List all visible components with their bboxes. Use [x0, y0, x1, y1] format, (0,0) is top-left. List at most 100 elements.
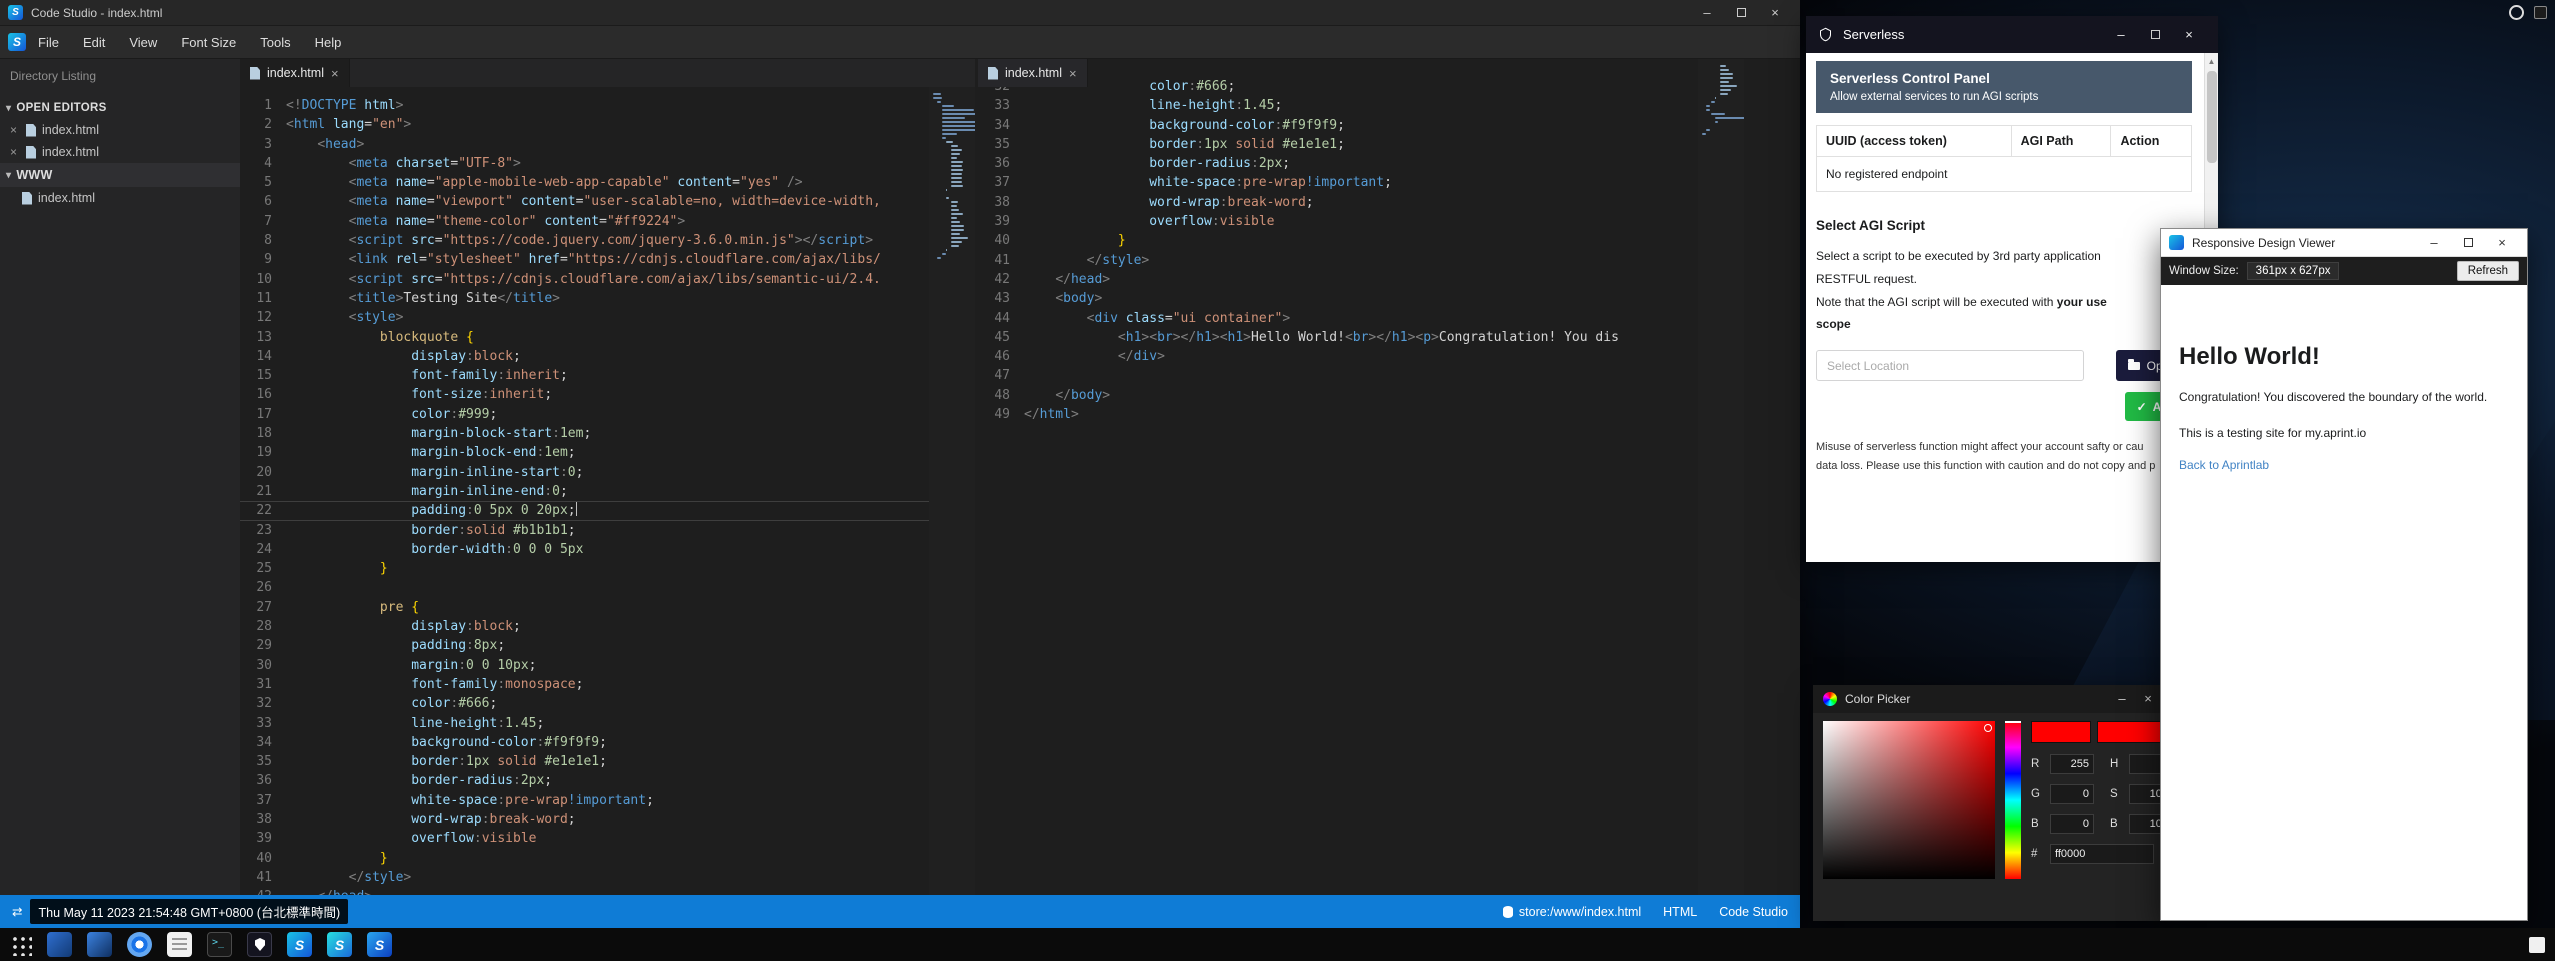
code-line[interactable]: 47	[978, 366, 1698, 385]
scrollbar-thumb[interactable]	[2207, 71, 2217, 163]
minimap[interactable]	[1698, 59, 1744, 895]
maximize-button[interactable]	[2451, 231, 2485, 255]
code-line[interactable]: 3 <head>	[240, 135, 929, 154]
code-line[interactable]: 41 </style>	[240, 868, 929, 887]
code-line[interactable]: 16 font-size:inherit;	[240, 385, 929, 404]
code-line[interactable]: 22 padding:0 5px 0 20px;	[240, 501, 929, 520]
code-line[interactable]: 40 }	[240, 849, 929, 868]
maximize-button[interactable]	[2138, 23, 2172, 47]
maximize-button[interactable]	[1724, 1, 1758, 25]
tab-close-icon[interactable]: ×	[331, 66, 339, 81]
title-bar[interactable]: Serverless – ×	[1806, 16, 2218, 53]
close-button[interactable]: ×	[2172, 23, 2206, 47]
code-line[interactable]: 44 <div class="ui container">	[978, 309, 1698, 328]
code-line[interactable]: 33 line-height:1.45;	[240, 714, 929, 733]
show-desktop-button[interactable]	[2529, 937, 2545, 953]
sv-selector[interactable]	[1984, 724, 1992, 732]
hue-selector[interactable]	[2005, 721, 2021, 723]
menu-item[interactable]: Help	[303, 35, 354, 50]
tab-close-icon[interactable]: ×	[1069, 66, 1077, 81]
code-line[interactable]: 46 </div>	[978, 347, 1698, 366]
location-input[interactable]	[1816, 350, 2084, 381]
code-line[interactable]: 37 white-space:pre-wrap!important;	[978, 173, 1698, 192]
code-line[interactable]: 17 color:#999;	[240, 405, 929, 424]
hue-slider[interactable]	[2005, 721, 2021, 879]
close-icon[interactable]: ×	[10, 145, 20, 159]
file-path[interactable]: store:/www/index.html	[1503, 905, 1641, 919]
current-color-swatch[interactable]	[2031, 721, 2091, 743]
menu-item[interactable]: Edit	[71, 35, 117, 50]
code-line[interactable]: 6 <meta name="viewport" content="user-sc…	[240, 192, 929, 211]
code-line[interactable]: 38 word-wrap:break-word;	[978, 193, 1698, 212]
code-line[interactable]: 42 </head>	[240, 887, 929, 895]
tree-file-item[interactable]: index.html	[0, 187, 240, 209]
code-line[interactable]: 35 border:1px solid #e1e1e1;	[978, 135, 1698, 154]
code-line[interactable]: 49 </html>	[978, 405, 1698, 424]
window-size-value[interactable]: 361px x 627px	[2247, 262, 2340, 280]
code-line[interactable]: 9 <link rel="stylesheet" href="https://c…	[240, 250, 929, 269]
code-editor[interactable]: 1 <!DOCTYPE html> 2 <html lang="en"> 3 <…	[240, 87, 929, 895]
close-icon[interactable]: ×	[10, 123, 20, 137]
code-line[interactable]: 25 }	[240, 559, 929, 578]
minimap[interactable]	[929, 87, 975, 895]
code-studio-icon[interactable]: S	[327, 932, 352, 957]
code-studio-icon[interactable]: S	[287, 932, 312, 957]
code-line[interactable]: 48 </body>	[978, 386, 1698, 405]
title-bar[interactable]: Responsive Design Viewer – ×	[2161, 229, 2527, 257]
code-line[interactable]: 34 background-color:#f9f9f9;	[240, 733, 929, 752]
hex-input[interactable]	[2050, 844, 2154, 864]
menu-item[interactable]: Font Size	[169, 35, 248, 50]
tab-index-html[interactable]: index.html ×	[978, 59, 1088, 87]
code-line[interactable]: 39 overflow:visible	[240, 829, 929, 848]
menu-item[interactable]: Tools	[248, 35, 302, 50]
code-line[interactable]: 18 margin-block-start:1em;	[240, 424, 929, 443]
window-app-icon[interactable]	[47, 932, 72, 957]
tray-grid-icon[interactable]	[2534, 6, 2547, 19]
code-line[interactable]: 13 blockquote {	[240, 328, 929, 347]
code-line[interactable]: 24 border-width:0 0 0 5px	[240, 540, 929, 559]
refresh-button[interactable]: Refresh	[2457, 261, 2519, 281]
code-line[interactable]: 11 <title>Testing Site</title>	[240, 289, 929, 308]
menu-item[interactable]: View	[117, 35, 169, 50]
title-bar[interactable]: Color Picker – ×	[1813, 685, 2171, 713]
code-line[interactable]: 36 border-radius:2px;	[240, 771, 929, 790]
code-line[interactable]: 30 margin:0 0 10px;	[240, 656, 929, 675]
code-line[interactable]: 12 <style>	[240, 308, 929, 327]
close-button[interactable]: ×	[1758, 1, 1792, 25]
saturation-brightness-field[interactable]	[1823, 721, 1995, 879]
code-line[interactable]: 42 </head>	[978, 270, 1698, 289]
code-line[interactable]: 8 <script src="https://code.jquery.com/j…	[240, 231, 929, 250]
code-line[interactable]: 28 display:block;	[240, 617, 929, 636]
previous-color-swatch[interactable]	[2097, 721, 2161, 743]
tab-index-html[interactable]: index.html ×	[240, 59, 350, 87]
code-line[interactable]: 39 overflow:visible	[978, 212, 1698, 231]
code-line[interactable]: 7 <meta name="theme-color" content="#ff9…	[240, 212, 929, 231]
code-line[interactable]: 40 }	[978, 231, 1698, 250]
red-input[interactable]	[2050, 754, 2094, 774]
code-line[interactable]: 37 white-space:pre-wrap!important;	[240, 791, 929, 810]
code-line[interactable]: 14 display:block;	[240, 347, 929, 366]
serverless-app-icon[interactable]	[247, 932, 272, 957]
code-line[interactable]: 23 border:solid #b1b1b1;	[240, 521, 929, 540]
code-line[interactable]: 27 pre {	[240, 598, 929, 617]
code-studio-icon[interactable]: S	[367, 932, 392, 957]
code-line[interactable]: 21 margin-inline-end:0;	[240, 482, 929, 501]
minimize-button[interactable]: –	[2417, 231, 2451, 255]
code-line[interactable]: 19 margin-block-end:1em;	[240, 443, 929, 462]
scroll-up-icon[interactable]: ▲	[2205, 53, 2218, 66]
code-editor[interactable]: 32 color:#666; 33 line-height:1.45; 34	[978, 59, 1698, 895]
code-line[interactable]: 41 </style>	[978, 251, 1698, 270]
minimize-button[interactable]: –	[1690, 1, 1724, 25]
text-document-icon[interactable]	[167, 932, 192, 957]
app-name[interactable]: Code Studio	[1719, 905, 1788, 919]
menu-item[interactable]: File	[26, 35, 71, 50]
code-line[interactable]: 20 margin-inline-start:0;	[240, 463, 929, 482]
code-line[interactable]: 31 font-family:monospace;	[240, 675, 929, 694]
code-line[interactable]: 26	[240, 578, 929, 597]
open-editors-header[interactable]: ▾ OPEN EDITORS	[0, 97, 240, 119]
close-button[interactable]: ×	[2485, 231, 2519, 255]
green-input[interactable]	[2050, 784, 2094, 804]
language-mode[interactable]: HTML	[1663, 905, 1697, 919]
code-line[interactable]: 43 <body>	[978, 289, 1698, 308]
code-line[interactable]: 35 border:1px solid #e1e1e1;	[240, 752, 929, 771]
